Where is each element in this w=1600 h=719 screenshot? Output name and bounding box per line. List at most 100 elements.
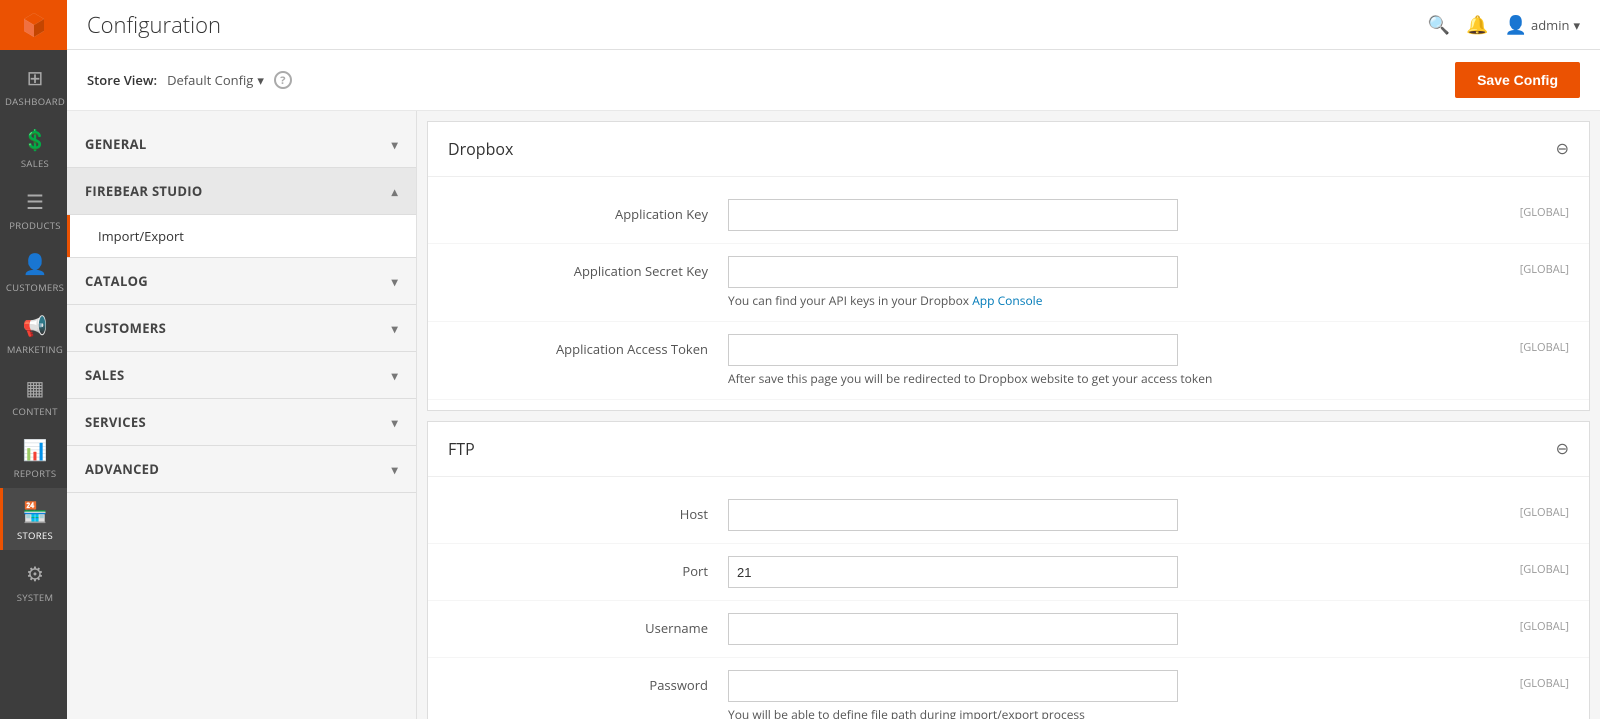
services-section-label: SERVICES [85, 413, 146, 431]
application-access-token-row: Application Access Token After save this… [428, 322, 1589, 400]
search-icon[interactable]: 🔍 [1428, 13, 1450, 37]
ftp-username-input-wrap [728, 613, 1489, 645]
advanced-section-header[interactable]: ADVANCED ▾ [67, 446, 416, 492]
application-key-input-wrap [728, 199, 1489, 231]
marketing-icon: 📢 [23, 312, 48, 339]
sidebar-item-content[interactable]: ▦ CONTENT [0, 364, 67, 426]
ftp-username-input[interactable] [728, 613, 1178, 645]
dashboard-icon: ⊞ [27, 64, 44, 91]
page-title: Configuration [87, 10, 221, 40]
save-config-button[interactable]: Save Config [1455, 62, 1580, 98]
ftp-panel: FTP ⊖ Host [GLOBAL] [427, 421, 1590, 719]
store-view-value: Default Config [167, 71, 253, 89]
firebear-subsection: Import/Export [67, 214, 416, 257]
ftp-port-input-wrap [728, 556, 1489, 588]
catalog-section-header[interactable]: CATALOG ▾ [67, 258, 416, 304]
reports-icon: 📊 [23, 436, 48, 463]
sidebar-item-label: REPORTS [14, 467, 57, 480]
store-view-bar: Store View: Default Config ▾ ? Save Conf… [67, 50, 1600, 111]
user-label: admin [1531, 16, 1569, 34]
main-area: Configuration 🔍 🔔 👤 admin ▾ Store View: … [67, 0, 1600, 719]
application-key-input[interactable] [728, 199, 1178, 231]
ftp-port-label: Port [448, 556, 728, 580]
customers-section-label: CUSTOMERS [85, 319, 166, 337]
ftp-username-row: Username [GLOBAL] [428, 601, 1589, 658]
stores-icon: 🏪 [23, 498, 48, 525]
import-export-label: Import/Export [98, 227, 184, 245]
dropbox-collapse-button[interactable]: ⊖ [1556, 139, 1569, 159]
firebear-section-header[interactable]: FIREBEAR STUDIO ▴ [67, 168, 416, 214]
store-view-select[interactable]: Default Config ▾ [167, 71, 264, 89]
topbar: Configuration 🔍 🔔 👤 admin ▾ [67, 0, 1600, 50]
notifications-icon[interactable]: 🔔 [1466, 13, 1488, 37]
sales-icon: 💲 [23, 126, 48, 153]
ftp-host-row: Host [GLOBAL] [428, 487, 1589, 544]
sidebar-item-sales[interactable]: 💲 SALES [0, 116, 67, 178]
catalog-section-label: CATALOG [85, 272, 148, 290]
help-icon[interactable]: ? [274, 71, 292, 89]
sidebar-item-label: MARKETING [7, 343, 63, 356]
ftp-host-input-wrap [728, 499, 1489, 531]
store-view-chevron-icon: ▾ [257, 71, 264, 89]
sidebar-item-reports[interactable]: 📊 REPORTS [0, 426, 67, 488]
ftp-username-scope: [GLOBAL] [1489, 613, 1569, 634]
sidebar-item-label: PRODUCTS [9, 219, 61, 232]
customers-section-header[interactable]: CUSTOMERS ▾ [67, 305, 416, 351]
sidebar-item-label: CONTENT [12, 405, 58, 418]
ftp-password-row: Password You will be able to define file… [428, 658, 1589, 719]
config-section-general: GENERAL ▾ [67, 121, 416, 168]
application-access-token-input[interactable] [728, 334, 1178, 366]
firebear-chevron-icon: ▴ [392, 183, 398, 200]
application-secret-key-row: Application Secret Key You can find your… [428, 244, 1589, 322]
config-section-advanced: ADVANCED ▾ [67, 446, 416, 493]
services-section-header[interactable]: SERVICES ▾ [67, 399, 416, 445]
application-secret-key-input[interactable] [728, 256, 1178, 288]
sidebar-item-products[interactable]: ☰ PRODUCTS [0, 178, 67, 240]
sidebar-item-system[interactable]: ⚙ SYSTEM [0, 550, 67, 612]
application-access-token-hint: After save this page you will be redirec… [728, 370, 1489, 387]
user-menu[interactable]: 👤 admin ▾ [1505, 13, 1580, 37]
sidebar-item-marketing[interactable]: 📢 MARKETING [0, 302, 67, 364]
sidebar-item-label: CUSTOMERS [6, 281, 64, 294]
general-section-header[interactable]: GENERAL ▾ [67, 121, 416, 167]
ftp-password-hint: You will be able to define file path dur… [728, 706, 1489, 719]
config-section-services: SERVICES ▾ [67, 399, 416, 446]
general-section-label: GENERAL [85, 135, 147, 153]
sidebar-item-customers[interactable]: 👤 CUSTOMERS [0, 240, 67, 302]
sales-section-header[interactable]: SALES ▾ [67, 352, 416, 398]
ftp-host-label: Host [448, 499, 728, 523]
config-section-catalog: CATALOG ▾ [67, 258, 416, 305]
sidebar-item-label: SYSTEM [17, 591, 54, 604]
config-sidebar: GENERAL ▾ FIREBEAR STUDIO ▴ Import/Expor… [67, 111, 417, 719]
application-key-row: Application Key [GLOBAL] [428, 187, 1589, 244]
sales-chevron-icon: ▾ [392, 367, 398, 384]
user-avatar-icon: 👤 [1505, 13, 1527, 37]
customers-chevron-icon: ▾ [392, 320, 398, 337]
config-section-firebear: FIREBEAR STUDIO ▴ Import/Export [67, 168, 416, 258]
app-console-link[interactable]: App Console [972, 292, 1042, 309]
customers-icon: 👤 [23, 250, 48, 277]
ftp-password-input-wrap: You will be able to define file path dur… [728, 670, 1489, 719]
application-access-token-scope: [GLOBAL] [1489, 334, 1569, 355]
import-export-item[interactable]: Import/Export [67, 215, 416, 257]
application-key-scope: [GLOBAL] [1489, 199, 1569, 220]
ftp-password-label: Password [448, 670, 728, 694]
user-dropdown-arrow: ▾ [1573, 16, 1580, 34]
config-section-customers: CUSTOMERS ▾ [67, 305, 416, 352]
application-access-token-label: Application Access Token [448, 334, 728, 358]
ftp-port-input[interactable] [728, 556, 1178, 588]
content-wrapper: Store View: Default Config ▾ ? Save Conf… [67, 50, 1600, 719]
advanced-section-label: ADVANCED [85, 460, 159, 478]
sidebar: ⊞ DASHBOARD 💲 SALES ☰ PRODUCTS 👤 CUSTOME… [0, 0, 67, 719]
sidebar-item-label: DASHBOARD [5, 95, 65, 108]
logo[interactable] [0, 0, 67, 50]
sidebar-item-dashboard[interactable]: ⊞ DASHBOARD [0, 54, 67, 116]
ftp-collapse-button[interactable]: ⊖ [1556, 439, 1569, 459]
ftp-password-scope: [GLOBAL] [1489, 670, 1569, 691]
ftp-host-input[interactable] [728, 499, 1178, 531]
advanced-chevron-icon: ▾ [392, 461, 398, 478]
sidebar-item-stores[interactable]: 🏪 STORES [0, 488, 67, 550]
catalog-chevron-icon: ▾ [392, 273, 398, 290]
ftp-panel-title: FTP [448, 438, 475, 460]
ftp-password-input[interactable] [728, 670, 1178, 702]
